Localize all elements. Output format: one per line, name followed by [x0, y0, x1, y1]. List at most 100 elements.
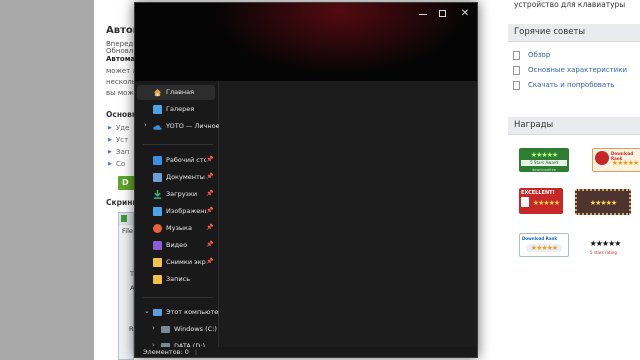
document-icon: [513, 66, 520, 75]
feature-bullet: Уст: [108, 136, 128, 144]
nav-label: Музыка: [166, 224, 192, 232]
nav-item-home[interactable]: Главная: [137, 85, 215, 100]
pin-icon: 📌: [206, 258, 214, 265]
article-text-line: несколь: [106, 78, 136, 86]
computer-icon: [153, 309, 162, 316]
award-label: Download Rank: [522, 236, 557, 241]
explorer-titlebar[interactable]: ✕: [135, 3, 477, 81]
nav-label: YOTO — Личное: [166, 122, 220, 130]
home-icon: [153, 88, 162, 97]
status-bar: Элементов: 0 |: [135, 347, 477, 357]
nav-label: Загрузки: [166, 190, 198, 198]
pin-icon: 📌: [206, 207, 214, 214]
feature-bullet: Уде: [108, 124, 130, 132]
awards-heading: Награды: [508, 117, 640, 135]
folder-icon: [153, 275, 162, 284]
status-separator: |: [194, 348, 198, 356]
award-label: 5 Stars Award: [521, 160, 567, 166]
content-pane[interactable]: [219, 81, 477, 347]
nav-label: Документы: [166, 173, 205, 181]
award-label: 5 stars rating: [590, 250, 617, 255]
feature-bullet: Зап: [108, 148, 130, 156]
award-ribbon: ★★★★★: [526, 244, 562, 252]
nav-item-drive-c[interactable]: › Windows (C:): [145, 322, 217, 337]
award-badge[interactable]: Download Rank ★★★★★: [592, 148, 640, 172]
minimize-icon: [419, 14, 427, 15]
award-badge[interactable]: ★★★★★: [575, 189, 631, 215]
award-site: downloadfree: [532, 168, 556, 172]
star-rating-icon: ★★★★★: [611, 159, 639, 167]
nav-item-desktop[interactable]: Рабочий стол 📌: [137, 153, 215, 168]
document-icon: [513, 51, 520, 60]
star-rating-icon: ★★★★★: [589, 199, 617, 207]
nav-item-this-pc[interactable]: ⌄ Этот компьютер: [137, 305, 222, 320]
star-rating-icon: ★★★★★: [589, 239, 622, 248]
navigation-pane: Главная Галерея › YOTO — Личное Рабочий …: [135, 81, 222, 350]
tip-link-label: Основные характеристики: [528, 66, 628, 74]
screenshot-app-icon: [121, 215, 127, 222]
nav-label: Галерея: [166, 105, 195, 113]
nav-item-screenshots[interactable]: Снимки экра 📌: [137, 255, 215, 270]
pictures-icon: [153, 207, 162, 216]
nav-item-documents[interactable]: Документы 📌: [137, 170, 215, 185]
star-rating-icon: ★★★★★: [532, 199, 560, 207]
tip-link-label: Скачать и попробовать: [528, 81, 615, 89]
videos-icon: [153, 241, 162, 250]
drive-icon: [161, 326, 170, 333]
pin-icon: 📌: [206, 224, 214, 231]
close-button[interactable]: ✕: [459, 8, 471, 20]
awards-box: Награды: [508, 117, 640, 135]
hot-tips-box: Горячие советы: [508, 24, 640, 42]
nav-item-music[interactable]: Музыка 📌: [137, 221, 215, 236]
nav-divider: [143, 297, 213, 298]
close-icon: ✕: [460, 8, 470, 19]
pin-icon: 📌: [206, 241, 214, 248]
article-text-line: Обновл: [106, 47, 134, 55]
nav-item-recordings[interactable]: Запись: [137, 272, 215, 287]
star-rating-icon: ★★★★★: [530, 151, 558, 159]
screenshot-menu-text: File: [122, 227, 133, 235]
gallery-icon: [153, 105, 162, 114]
nav-label: Запись: [166, 275, 191, 283]
documents-icon: [153, 173, 162, 182]
page-gutter: [0, 0, 94, 360]
nav-item-gallery[interactable]: Галерея: [137, 102, 215, 117]
chevron-right-icon[interactable]: ›: [152, 324, 155, 332]
award-badge[interactable]: Download Rank ★★★★★: [519, 233, 569, 257]
nav-label: Этот компьютер: [166, 308, 222, 316]
document-icon: [513, 81, 520, 90]
chevron-right-icon[interactable]: ›: [144, 121, 147, 129]
minimize-button[interactable]: [417, 8, 429, 20]
nav-item-videos[interactable]: Видео 📌: [137, 238, 215, 253]
tip-link-download[interactable]: Скачать и попробовать: [513, 81, 615, 90]
tip-link-label: Обзор: [528, 51, 551, 59]
features-heading: Основн: [106, 110, 138, 119]
file-explorer-window[interactable]: ✕ Главная Галерея › YOTO — Личное Рабочи…: [134, 2, 478, 358]
chevron-down-icon[interactable]: ⌄: [144, 307, 150, 315]
pin-icon: 📌: [206, 190, 214, 197]
award-badge[interactable]: EXCELLENT! ★★★★★: [519, 188, 563, 214]
tip-link-features[interactable]: Основные характеристики: [513, 66, 628, 75]
top-text-tail: устройство для клавиатуры: [514, 0, 626, 9]
nav-item-downloads[interactable]: Загрузки 📌: [137, 187, 215, 202]
nav-label: Рабочий стол: [166, 156, 206, 164]
feature-bullet: Со: [108, 160, 125, 168]
music-icon: [153, 224, 162, 233]
award-badge[interactable]: ★★★★★ 5 Stars Award downloadfree: [519, 148, 569, 172]
award-number-icon: [521, 197, 529, 207]
tip-link-overview[interactable]: Обзор: [513, 51, 551, 60]
desktop-icon: [153, 156, 162, 165]
nav-item-pictures[interactable]: Изображения 📌: [137, 204, 215, 219]
pin-icon: 📌: [206, 173, 214, 180]
nav-divider: [143, 144, 213, 145]
cloud-icon: [153, 125, 162, 130]
article-text-line: может а: [106, 67, 137, 75]
award-label: EXCELLENT!: [521, 190, 555, 196]
nav-item-onedrive[interactable]: › YOTO — Личное: [137, 119, 220, 134]
nav-label: Снимки экра: [166, 258, 206, 266]
hot-tips-heading: Горячие советы: [508, 24, 640, 42]
screenshot-text: R: [129, 325, 134, 333]
award-badge[interactable]: ★★★★★ 5 stars rating: [582, 234, 628, 258]
star-rating-icon: ★★★★★: [530, 244, 558, 252]
maximize-button[interactable]: [437, 8, 449, 20]
